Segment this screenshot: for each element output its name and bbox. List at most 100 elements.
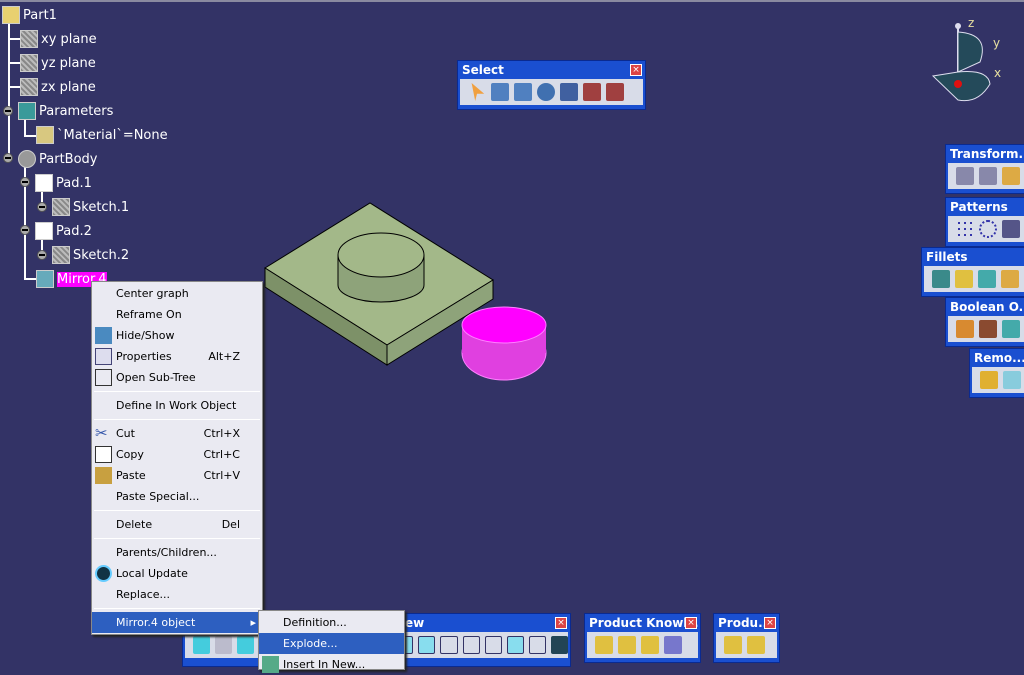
gear-icon (18, 150, 36, 168)
add-icon[interactable] (979, 320, 997, 338)
menu-item-reframe-on[interactable]: Reframe On (92, 304, 262, 325)
symmetry-icon[interactable] (1002, 167, 1020, 185)
knowledge-icon[interactable] (595, 636, 613, 654)
left-view-icon[interactable] (462, 636, 480, 654)
product-toolbar[interactable]: Produ... × (713, 613, 780, 663)
expand-sketch1[interactable] (37, 202, 47, 212)
knowledge-icon[interactable] (641, 636, 659, 654)
submenu-item-definition[interactable]: Definition... (259, 612, 404, 633)
menu-item-copy[interactable]: Copy Ctrl+C (92, 444, 262, 465)
patterns-toolbar[interactable]: Patterns (945, 197, 1024, 247)
submenu-item-explode[interactable]: Explode... (259, 633, 404, 654)
replace-face-icon[interactable] (1003, 371, 1021, 389)
back-view-icon[interactable] (440, 636, 458, 654)
knowledge-icon[interactable] (664, 636, 682, 654)
tree-node-zx-plane[interactable]: zx plane (20, 77, 96, 97)
select-rectangle-icon[interactable] (491, 83, 509, 101)
insert-icon (262, 656, 279, 673)
menu-item-delete[interactable]: Delete Del (92, 514, 262, 535)
face-fillet-icon[interactable] (978, 270, 996, 288)
assemble-icon[interactable] (956, 320, 974, 338)
chamfer-icon[interactable] (955, 270, 973, 288)
translation-icon[interactable] (956, 167, 974, 185)
submenu[interactable]: Definition... Explode... Insert In New..… (258, 610, 405, 673)
transform-toolbar[interactable]: Transform... (945, 144, 1024, 194)
menu-item-parents-children[interactable]: Parents/Children... (92, 542, 262, 563)
user-pattern-icon[interactable] (1002, 220, 1020, 238)
menu-item-replace[interactable]: Replace... (92, 584, 262, 605)
menu-item-local-update[interactable]: Local Update (92, 563, 262, 584)
menu-item-define-in-work-object[interactable]: Define In Work Object (92, 395, 262, 416)
sub-tree-icon (95, 369, 112, 386)
tree-node-pad1[interactable]: Pad.1 (35, 173, 92, 193)
select-outside-icon[interactable] (583, 83, 601, 101)
remove-face-icon[interactable] (980, 371, 998, 389)
product-icon[interactable] (747, 636, 765, 654)
expand-sketch2[interactable] (37, 250, 47, 260)
remove-toolbar[interactable]: Remo... (969, 348, 1024, 398)
tree-node-partbody[interactable]: PartBody (18, 149, 97, 169)
copy-icon (95, 446, 112, 463)
compass[interactable]: z y x (928, 14, 1018, 104)
select-intersect-icon[interactable] (514, 83, 532, 101)
view-icon[interactable] (193, 636, 210, 654)
collapse-pad1[interactable] (20, 177, 30, 187)
pad-icon (35, 174, 53, 192)
fillets-toolbar[interactable]: Fillets (921, 247, 1024, 297)
bottom-view-icon[interactable] (528, 636, 546, 654)
select-polygon-icon[interactable] (537, 83, 555, 101)
menu-item-paste-special[interactable]: Paste Special... (92, 486, 262, 507)
knowledge-icon[interactable] (618, 636, 636, 654)
select-freehand-icon[interactable] (560, 83, 578, 101)
3d-model-viewport[interactable] (250, 195, 560, 390)
menu-item-hide-show[interactable]: Hide/Show (92, 325, 262, 346)
select-toolbar[interactable]: Select × (457, 60, 646, 110)
circular-pattern-icon[interactable] (979, 220, 997, 238)
context-menu[interactable]: Center graph Reframe On Hide/Show Proper… (91, 281, 263, 635)
view-icon[interactable] (215, 636, 232, 654)
tree-node-yz-plane[interactable]: yz plane (20, 53, 96, 73)
collapse-partbody[interactable] (3, 153, 13, 163)
named-views-icon[interactable] (550, 636, 568, 654)
plane-icon (20, 54, 38, 72)
plane-icon (20, 78, 38, 96)
tree-node-parameters[interactable]: Parameters (18, 101, 113, 121)
collapse-pad2[interactable] (20, 225, 30, 235)
product-knowledge-toolbar[interactable]: Product Knowl... × (584, 613, 701, 663)
boss-top (337, 232, 425, 278)
tree-node-material[interactable]: `Material`=None (36, 125, 168, 145)
menu-item-cut[interactable]: ✂ Cut Ctrl+X (92, 423, 262, 444)
front-view-icon[interactable] (418, 636, 436, 654)
menu-item-center-graph[interactable]: Center graph (92, 283, 262, 304)
menu-item-open-sub-tree[interactable]: Open Sub-Tree (92, 367, 262, 388)
tritangent-fillet-icon[interactable] (1001, 270, 1019, 288)
tree-node-sketch1[interactable]: Sketch.1 (52, 197, 129, 217)
material-parameter-icon (36, 126, 54, 144)
rectangular-pattern-icon[interactable] (956, 220, 974, 238)
compass-z-label: z (968, 16, 975, 30)
rotation-icon[interactable] (979, 167, 997, 185)
tree-node-sketch2[interactable]: Sketch.2 (52, 245, 129, 265)
close-icon[interactable]: × (555, 617, 567, 629)
tree-node-pad2[interactable]: Pad.2 (35, 221, 92, 241)
close-icon[interactable]: × (630, 64, 642, 76)
close-icon[interactable]: × (685, 617, 697, 629)
close-icon[interactable]: × (764, 617, 776, 629)
top-view-icon[interactable] (506, 636, 524, 654)
tree-node-xy-plane[interactable]: xy plane (20, 29, 97, 49)
edge-fillet-icon[interactable] (932, 270, 950, 288)
menu-item-mirror4-object[interactable]: Mirror.4 object ▸ (92, 612, 262, 633)
right-view-icon[interactable] (484, 636, 502, 654)
menu-item-paste[interactable]: Paste Ctrl+V (92, 465, 262, 486)
tree-node-part1[interactable]: Part1 (2, 5, 57, 25)
submenu-item-insert-in-new[interactable]: Insert In New... (259, 654, 404, 675)
select-outside-intersect-icon[interactable] (606, 83, 624, 101)
menu-item-properties[interactable]: Properties Alt+Z (92, 346, 262, 367)
product-icon[interactable] (724, 636, 742, 654)
scissors-icon: ✂ (95, 424, 108, 442)
select-arrow-icon[interactable] (471, 83, 485, 101)
boolean-operations-toolbar[interactable]: Boolean O... (945, 297, 1024, 347)
collapse-parameters[interactable] (3, 106, 13, 116)
remove-icon[interactable] (1002, 320, 1020, 338)
view-icon[interactable] (237, 636, 254, 654)
